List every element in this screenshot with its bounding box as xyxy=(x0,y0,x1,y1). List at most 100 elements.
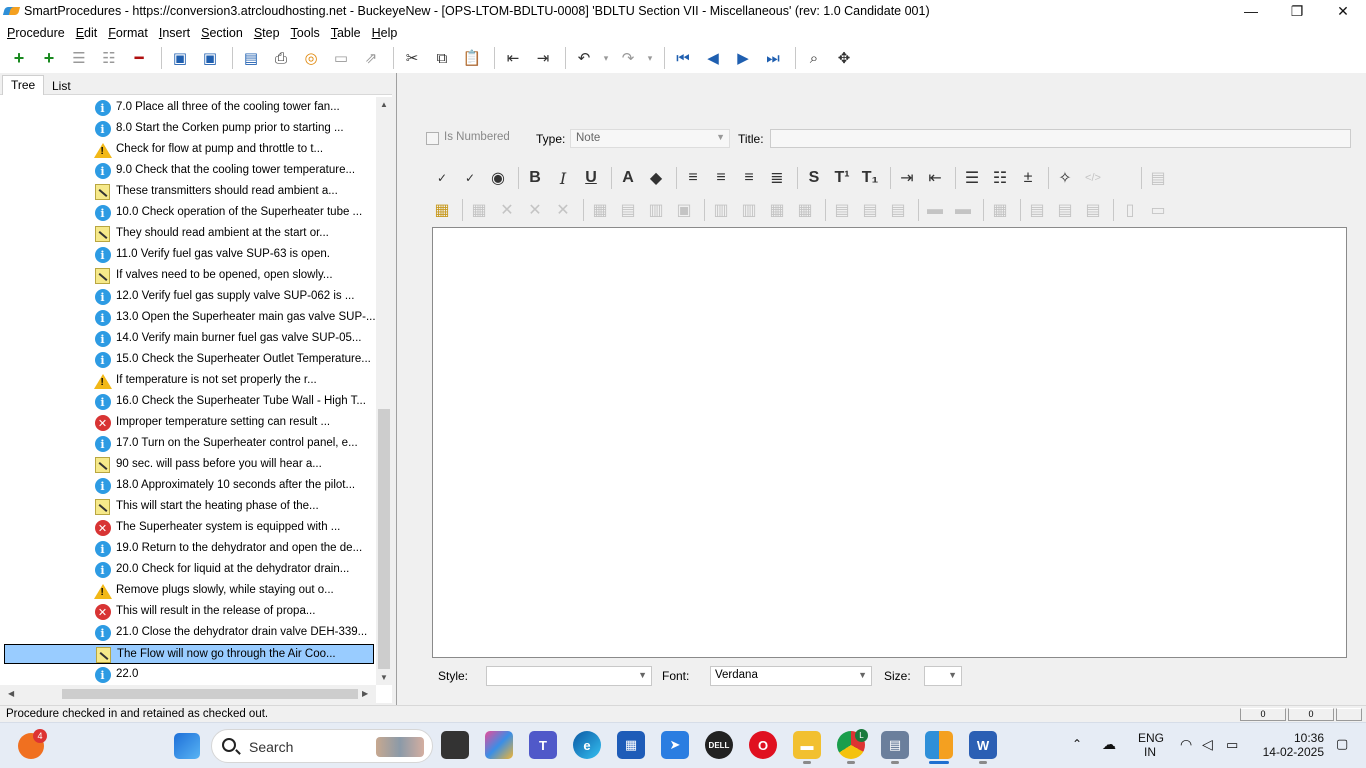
language-indicator[interactable]: ENG IN xyxy=(1138,731,1164,768)
tab-list[interactable]: List xyxy=(44,77,79,97)
notifications-icon[interactable]: ▢ xyxy=(1336,736,1348,768)
indent-icon[interactable]: ⇥ xyxy=(530,45,556,71)
cell-height-icon[interactable]: ▭ xyxy=(1146,198,1170,222)
outdent-icon[interactable]: ⇤ xyxy=(500,45,526,71)
tree-horizontal-scrollbar[interactable]: ◀ ▶ xyxy=(0,685,376,703)
underline-icon[interactable]: U xyxy=(579,166,603,190)
font-color-icon[interactable]: A xyxy=(616,166,640,190)
print-icon[interactable]: ⎙ xyxy=(268,45,294,71)
row-move-icon[interactable]: ▤ xyxy=(886,198,910,222)
insert-row-below-icon[interactable]: ▤ xyxy=(858,198,882,222)
align-middle-icon[interactable]: ▤ xyxy=(1053,198,1077,222)
justify-icon[interactable]: ≣ xyxy=(765,166,789,190)
tree-item[interactable]: Check for flow at pump and throttle to t… xyxy=(4,140,374,160)
tree-item[interactable]: i 17.0 Turn on the Superheater control pa… xyxy=(4,434,374,454)
smartprocedures-taskbar-icon[interactable] xyxy=(925,731,953,759)
word-icon[interactable]: W xyxy=(969,731,997,759)
menu-insert[interactable]: Insert xyxy=(155,26,194,40)
dell-icon[interactable]: DELL xyxy=(705,731,733,759)
move-icon[interactable]: ✥ xyxy=(831,45,857,71)
pane-splitter[interactable] xyxy=(396,73,406,705)
tray-cloud-icon[interactable]: ☁ xyxy=(1102,736,1116,768)
align-right-icon[interactable]: ≡ xyxy=(737,166,761,190)
task-view-icon[interactable] xyxy=(441,731,469,759)
scroll-down-icon[interactable]: ▼ xyxy=(380,673,388,682)
rich-text-editor[interactable] xyxy=(432,227,1347,658)
app-arrow-icon[interactable]: ➤ xyxy=(661,731,689,759)
tree-item[interactable]: If valves need to be opened, open slowly… xyxy=(4,266,374,286)
type-select[interactable]: Note ▼ xyxy=(570,129,730,148)
tree-item[interactable]: Remove plugs slowly, while staying out o… xyxy=(4,581,374,601)
cell-properties-icon[interactable]: ▣ xyxy=(672,198,696,222)
paste-icon[interactable]: 📋 xyxy=(459,45,485,71)
copilot-icon[interactable] xyxy=(485,731,513,759)
minimize-button[interactable]: — xyxy=(1228,0,1274,22)
menu-help[interactable]: Help xyxy=(368,26,402,40)
list-alt-icon[interactable]: ☷ xyxy=(96,45,122,71)
numbered-list-icon[interactable]: ☷ xyxy=(988,166,1012,190)
tree-item[interactable]: 90 sec. will pass before you will hear a… xyxy=(4,455,374,475)
previous-icon[interactable]: ◀ xyxy=(700,45,726,71)
save-as-icon[interactable]: ▣ xyxy=(197,45,223,71)
edge-icon[interactable]: e xyxy=(573,731,601,759)
bullet-list-icon[interactable]: ☰ xyxy=(960,166,984,190)
insert-column-left-icon[interactable]: ▥ xyxy=(709,198,733,222)
tab-tree[interactable]: Tree xyxy=(2,75,45,95)
tree-vertical-scrollbar[interactable]: ▲ ▼ xyxy=(376,97,392,685)
menu-table[interactable]: Table xyxy=(327,26,365,40)
tree-item[interactable]: i 16.0 Check the Superheater Tube Wall - … xyxy=(4,392,374,412)
table-delete-icon[interactable]: ▦ xyxy=(467,198,491,222)
app-tools-icon[interactable]: ▤ xyxy=(881,731,909,759)
tree-item[interactable]: This will start the heating phase of the… xyxy=(4,497,374,517)
subscript-icon[interactable]: T₁ xyxy=(858,166,882,190)
volume-icon[interactable]: ◁ xyxy=(1202,736,1213,768)
copy-icon[interactable]: ⧉ xyxy=(429,45,455,71)
title-input[interactable] xyxy=(770,129,1351,148)
merge-cell-icon[interactable]: ▦ xyxy=(793,198,817,222)
tree-item[interactable]: i 10.0 Check operation of the Superheater… xyxy=(4,203,374,223)
menu-procedure[interactable]: Procedure xyxy=(3,26,69,40)
export-icon[interactable]: ⇗ xyxy=(358,45,384,71)
delete-cell-icon[interactable]: ✕ xyxy=(551,198,575,222)
wifi-icon[interactable]: ◠ xyxy=(1180,736,1192,768)
bold-icon[interactable]: B xyxy=(523,166,547,190)
scroll-up-icon[interactable]: ▲ xyxy=(380,100,388,109)
tree-item[interactable]: i 15.0 Check the Superheater Outlet Tempe… xyxy=(4,350,374,370)
scroll-left-icon[interactable]: ◀ xyxy=(8,689,14,698)
first-icon[interactable]: ⏮ xyxy=(670,45,696,71)
align-left-icon[interactable]: ≡ xyxy=(681,166,705,190)
is-numbered-checkbox[interactable] xyxy=(426,132,439,145)
scroll-thumb[interactable] xyxy=(378,409,390,669)
superscript-icon[interactable]: T¹ xyxy=(830,166,854,190)
list-icon[interactable]: ☰ xyxy=(66,45,92,71)
strikethrough-icon[interactable]: S xyxy=(802,166,826,190)
menu-tools[interactable]: Tools xyxy=(287,26,324,40)
windows-start-icon[interactable] xyxy=(174,733,200,759)
tree-item[interactable]: i 18.0 Approximately 10 seconds after the… xyxy=(4,476,374,496)
horizontal-rule-icon[interactable]: ± xyxy=(1016,166,1040,190)
scroll-thumb[interactable] xyxy=(62,689,358,699)
search-input[interactable]: Search xyxy=(249,739,293,755)
align-bottom-icon[interactable]: ▤ xyxy=(1081,198,1105,222)
cell-width-icon[interactable]: ▯ xyxy=(1118,198,1142,222)
table-properties-icon[interactable]: ▦ xyxy=(588,198,612,222)
undo-icon[interactable]: ↶ xyxy=(571,45,597,71)
scroll-right-icon[interactable]: ▶ xyxy=(362,689,368,698)
tree-item[interactable]: ✕ Improper temperature setting can result… xyxy=(4,413,374,433)
highlight-icon[interactable]: ◉ xyxy=(486,166,510,190)
insert-row-above-icon[interactable]: ▤ xyxy=(830,198,854,222)
redo-dropdown-icon[interactable]: ▾ xyxy=(645,45,655,71)
file-explorer-icon[interactable]: ▬ xyxy=(793,731,821,759)
teams-icon[interactable]: T xyxy=(529,731,557,759)
delete-column-icon[interactable]: ✕ xyxy=(523,198,547,222)
size-select[interactable]: ▼ xyxy=(924,666,962,686)
font-select[interactable]: Verdana ▼ xyxy=(710,666,872,686)
taskbar-search[interactable]: Search xyxy=(211,729,433,763)
store-icon[interactable]: ▦ xyxy=(617,731,645,759)
last-icon[interactable]: ⏭ xyxy=(760,45,786,71)
magic-wand-icon[interactable]: ✧ xyxy=(1053,166,1077,190)
save-icon[interactable]: ▣ xyxy=(167,45,193,71)
insert-column-right-icon[interactable]: ▥ xyxy=(737,198,761,222)
menu-edit[interactable]: Edit xyxy=(72,26,102,40)
row-properties-icon[interactable]: ▤ xyxy=(616,198,640,222)
